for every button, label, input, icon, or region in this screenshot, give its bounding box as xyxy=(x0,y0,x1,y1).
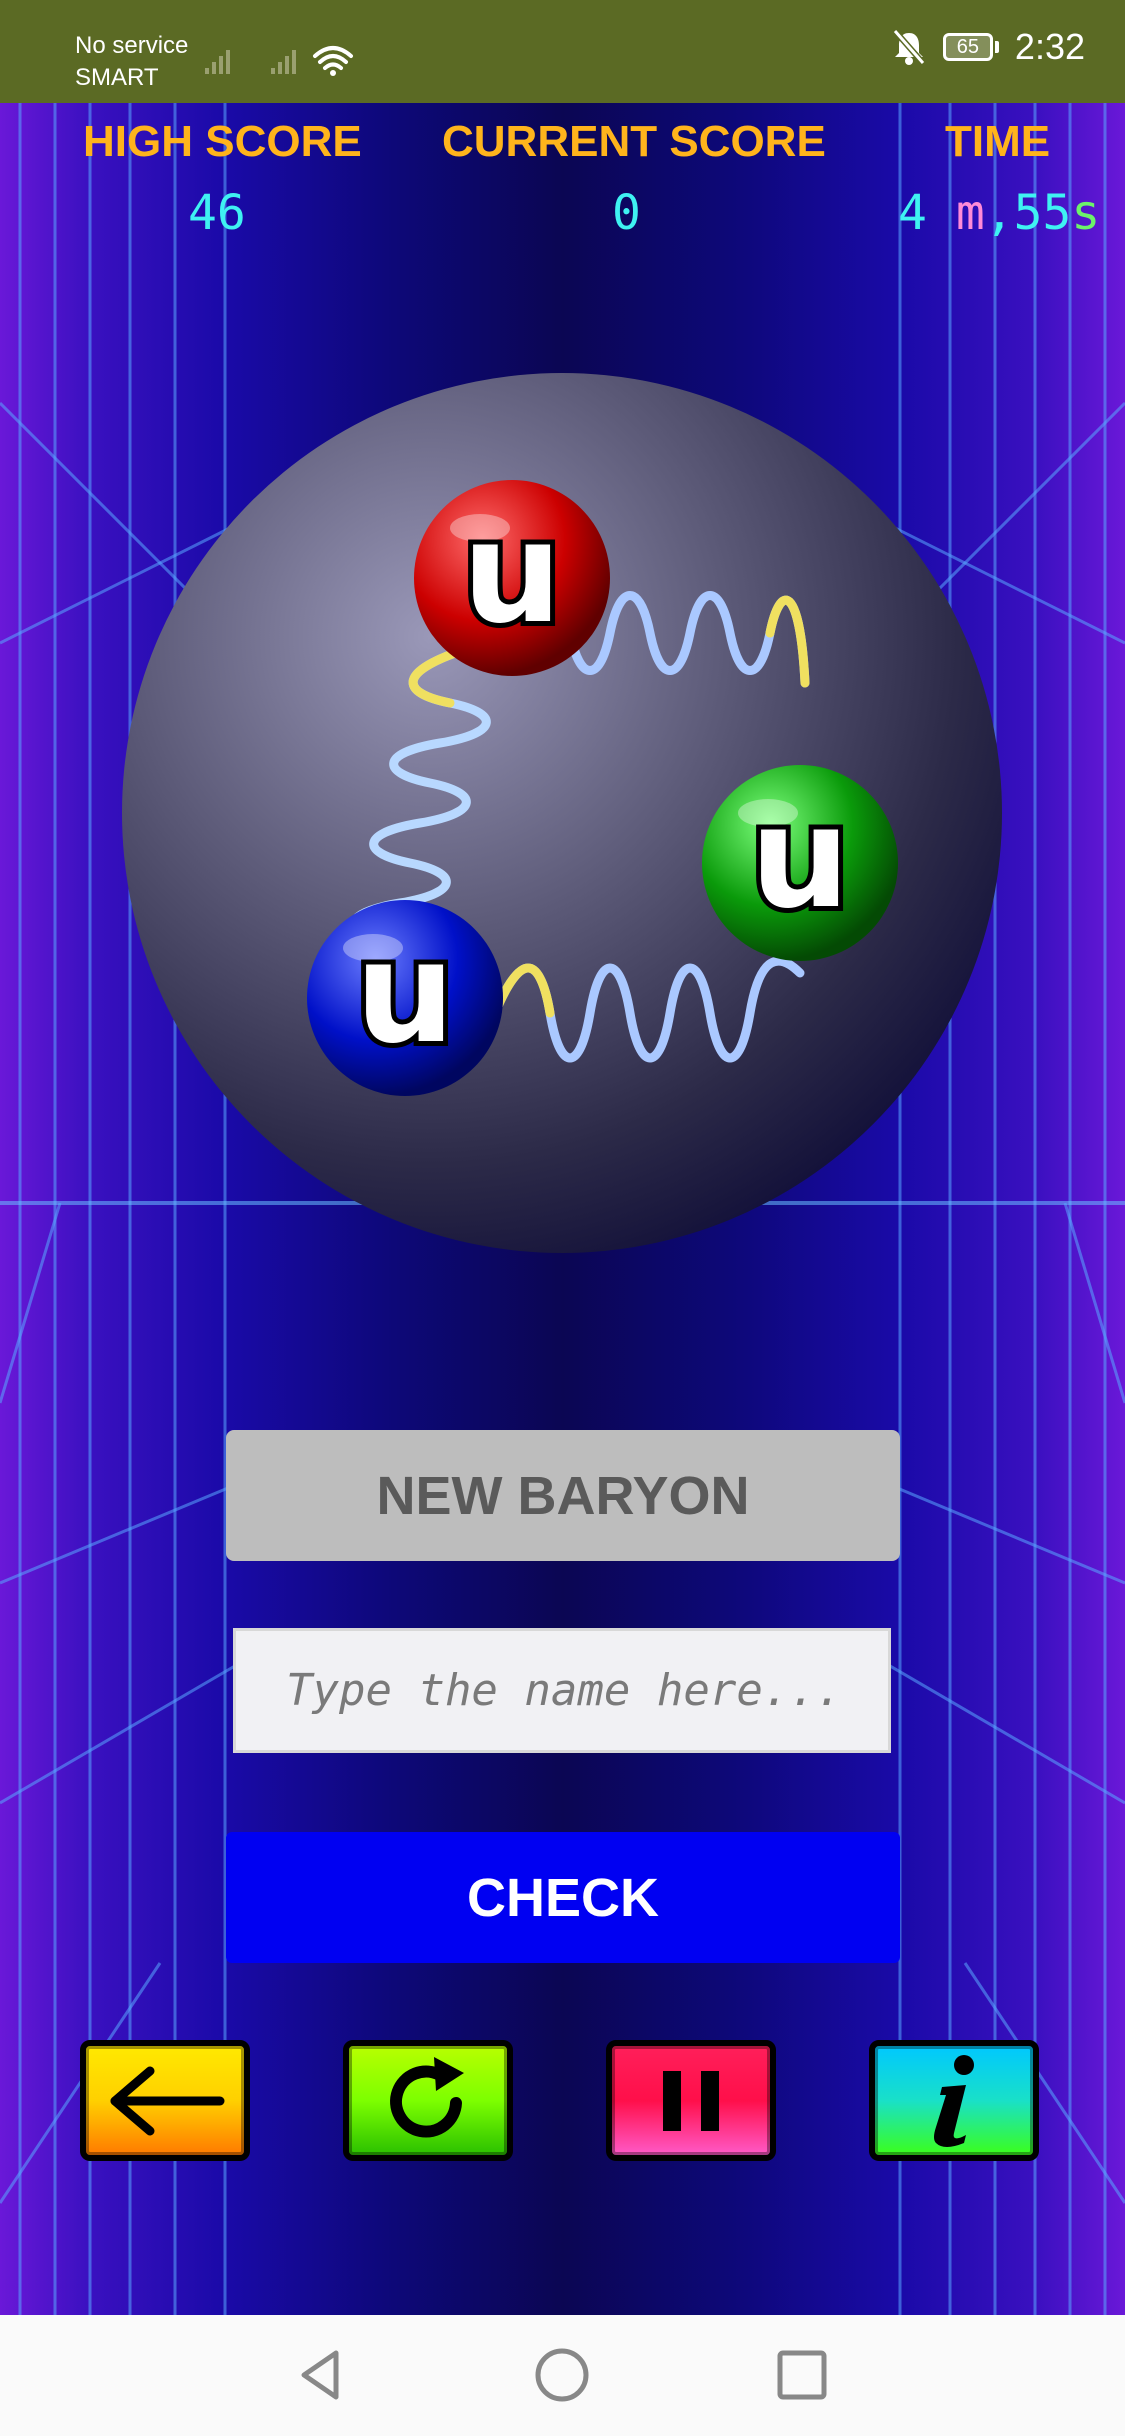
current-score-value: 0 xyxy=(612,185,641,241)
time-label: TIME xyxy=(945,117,1051,166)
bell-off-icon xyxy=(892,29,926,65)
name-input[interactable] xyxy=(233,1628,891,1753)
status-bar: No service SMART 65 2:32 xyxy=(0,0,1125,103)
check-button[interactable]: CHECK xyxy=(226,1832,900,1963)
restart-button[interactable] xyxy=(343,2040,513,2161)
back-arrow-icon xyxy=(110,2066,225,2135)
battery-level: 65 xyxy=(942,33,993,61)
recents-square-icon[interactable] xyxy=(772,2345,832,2405)
time-seconds-unit: s xyxy=(1071,185,1101,241)
home-circle-icon[interactable] xyxy=(532,2345,592,2405)
baryon-illustration: u u u xyxy=(122,373,1002,1253)
game-area: HIGH SCORE CURRENT SCORE TIME 46 0 4 m,5… xyxy=(0,103,1125,2315)
time-separator: , xyxy=(984,185,1014,241)
time-value: 4 m,55s xyxy=(898,185,1100,241)
back-triangle-icon[interactable] xyxy=(292,2345,352,2405)
restart-icon xyxy=(390,2056,464,2138)
carrier-name: SMART xyxy=(75,64,159,91)
wifi-icon xyxy=(313,46,353,70)
new-baryon-button[interactable]: NEW BARYON xyxy=(226,1430,900,1561)
signal-icon xyxy=(205,46,353,76)
time-minutes: 4 xyxy=(898,185,927,241)
quark-green-label: u xyxy=(750,777,850,940)
time-seconds: 55 xyxy=(1013,185,1072,241)
quark-red: u xyxy=(414,480,610,676)
nav-bar xyxy=(0,2315,1125,2436)
info-icon xyxy=(934,2054,974,2147)
high-score-label: HIGH SCORE xyxy=(83,117,362,166)
back-button[interactable] xyxy=(80,2040,250,2161)
pause-button[interactable] xyxy=(606,2040,776,2161)
quark-blue: u xyxy=(307,900,503,1096)
high-score-value: 46 xyxy=(188,185,246,241)
status-right: 65 2:32 xyxy=(891,26,1085,68)
time-minutes-unit: m xyxy=(955,185,985,241)
carrier-status: No service xyxy=(75,32,189,59)
pause-icon xyxy=(663,2070,719,2131)
info-button[interactable] xyxy=(869,2040,1039,2161)
quark-blue-label: u xyxy=(355,912,455,1075)
battery-icon: 65 xyxy=(942,33,999,61)
quark-red-label: u xyxy=(462,492,562,655)
quark-green: u xyxy=(702,765,898,961)
current-score-label: CURRENT SCORE xyxy=(442,117,826,166)
clock: 2:32 xyxy=(1014,26,1085,67)
signal-icons xyxy=(205,38,355,83)
carrier-info: No service SMART xyxy=(75,30,188,94)
